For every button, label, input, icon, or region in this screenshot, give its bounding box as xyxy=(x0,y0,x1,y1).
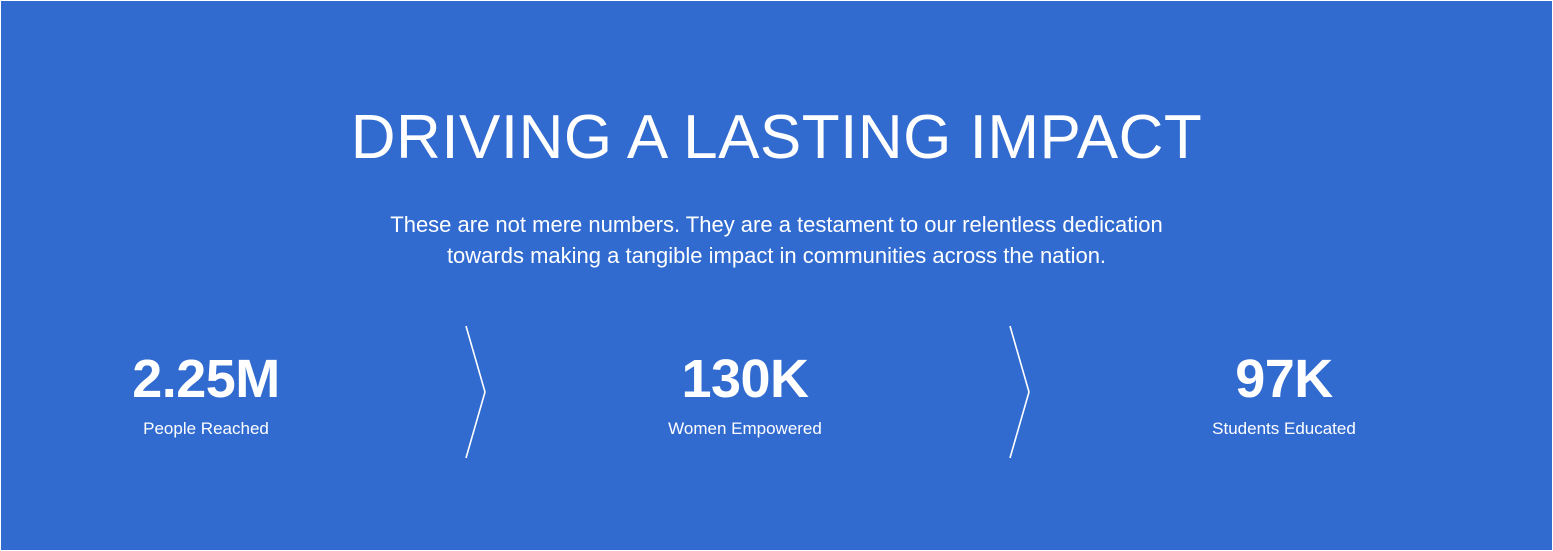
subtitle-line-1: These are not mere numbers. They are a t… xyxy=(390,212,1163,237)
stat-label: Women Empowered xyxy=(668,419,822,438)
stat-people-reached: 2.25M People Reached xyxy=(36,346,376,440)
stat-value: 130K xyxy=(681,349,809,409)
stat-label: Students Educated xyxy=(1212,419,1356,438)
chevron-right-icon xyxy=(1009,325,1030,459)
stat-value: 2.25M xyxy=(132,349,280,409)
section-subtitle: These are not mere numbers. They are a t… xyxy=(1,209,1552,271)
stat-women-empowered: 130K Women Empowered xyxy=(575,346,915,440)
section-title: DRIVING A LASTING IMPACT xyxy=(350,103,1203,172)
subtitle-line-2: towards making a tangible impact in comm… xyxy=(446,243,1107,268)
stat-value: 97K xyxy=(1235,349,1333,409)
stat-students-educated: 97K Students Educated xyxy=(1114,346,1454,440)
stat-label: People Reached xyxy=(143,419,269,438)
chevron-right-icon xyxy=(465,325,486,459)
impact-banner: DRIVING A LASTING IMPACT These are not m… xyxy=(1,1,1552,550)
